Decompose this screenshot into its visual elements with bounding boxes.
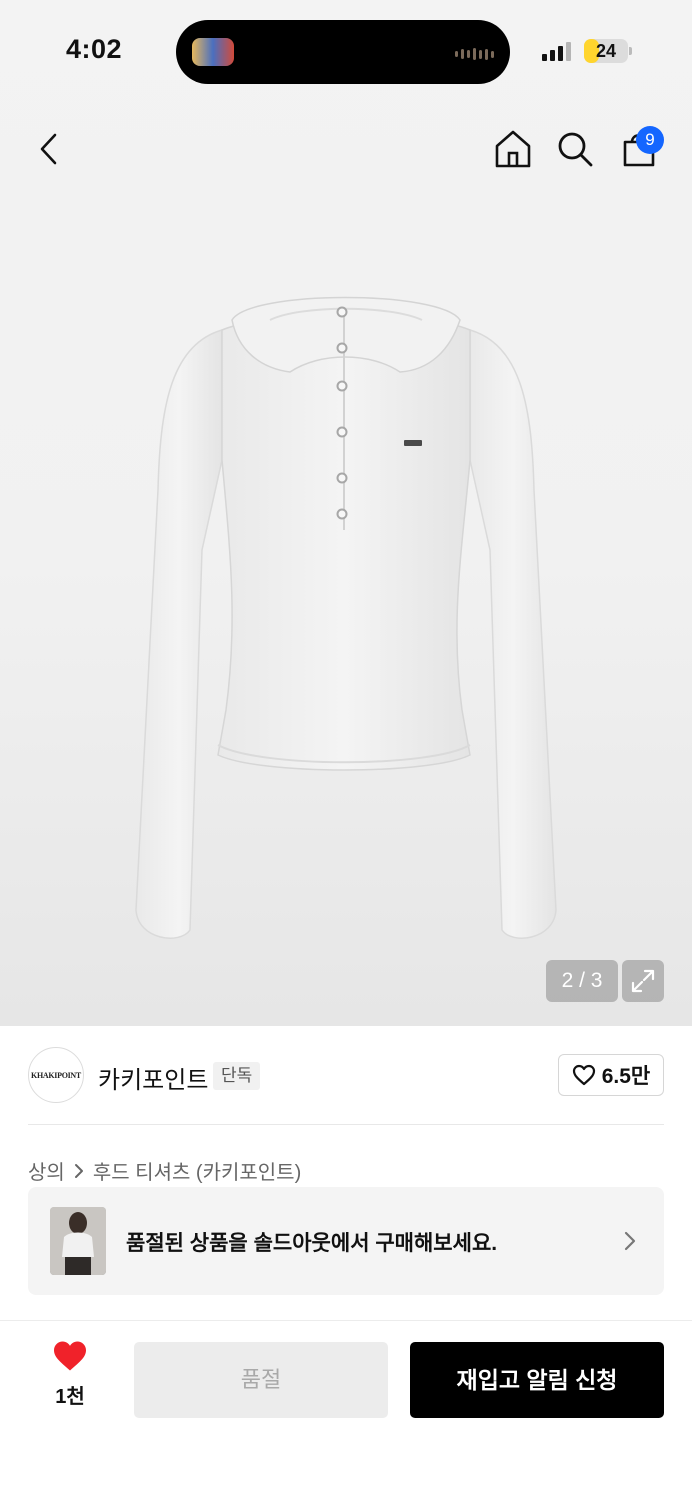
cart-badge: 9 <box>636 126 664 154</box>
exclusive-badge: 단독 <box>213 1062 261 1090</box>
search-button[interactable] <box>550 124 600 174</box>
battery-percent: 24 <box>595 41 617 61</box>
home-button[interactable] <box>488 124 538 174</box>
back-button[interactable] <box>24 124 74 174</box>
chevron-right-icon <box>74 1163 83 1178</box>
divider <box>28 1124 664 1125</box>
like-button[interactable]: 1천 <box>40 1340 100 1416</box>
heart-icon <box>54 1341 86 1371</box>
expand-icon <box>631 969 655 993</box>
like-count: 1천 <box>55 1386 85 1408</box>
search-icon <box>558 132 593 167</box>
brand-logo[interactable]: KHAKIPOINT <box>28 1047 84 1103</box>
banner-text: 품절된 상품을 솔드아웃에서 구매해보세요. <box>126 1232 498 1255</box>
brand-logo-text: KHAKIPOINT <box>31 1070 81 1080</box>
audio-wave-icon <box>455 48 494 60</box>
chevron-right-icon <box>624 1231 636 1251</box>
banner-thumbnail <box>50 1207 106 1275</box>
signal-icon <box>542 41 571 61</box>
heart-outline-icon <box>572 1064 595 1086</box>
soldout-button: 품절 <box>134 1342 388 1418</box>
battery-icon: 24 <box>584 39 628 63</box>
brand-like-button[interactable]: 6.5만 <box>558 1054 664 1096</box>
brand-like-count: 6.5만 <box>601 1065 651 1088</box>
chevron-left-icon <box>40 133 57 165</box>
status-bar: 4:02 24 <box>0 0 692 100</box>
restock-alert-button[interactable]: 재입고 알림 신청 <box>410 1342 664 1418</box>
breadcrumb: 상의 후드 티셔츠 (카키포인트) <box>28 1156 301 1185</box>
battery-tip <box>629 47 632 55</box>
soldout-banner[interactable]: 품절된 상품을 솔드아웃에서 구매해보세요. <box>28 1187 664 1295</box>
status-time: 4:02 <box>66 34 123 64</box>
breadcrumb-category[interactable]: 상의 <box>28 1156 65 1185</box>
dynamic-island <box>176 20 510 84</box>
now-playing-thumbnail <box>192 38 234 66</box>
image-counter: 2 / 3 <box>546 960 618 1002</box>
product-image <box>135 296 557 939</box>
breadcrumb-subcategory[interactable]: 후드 티셔츠 (카키포인트) <box>93 1156 301 1185</box>
expand-button[interactable] <box>622 960 664 1002</box>
brand-name[interactable]: 카키포인트 <box>98 1060 208 1095</box>
home-icon <box>495 130 531 168</box>
